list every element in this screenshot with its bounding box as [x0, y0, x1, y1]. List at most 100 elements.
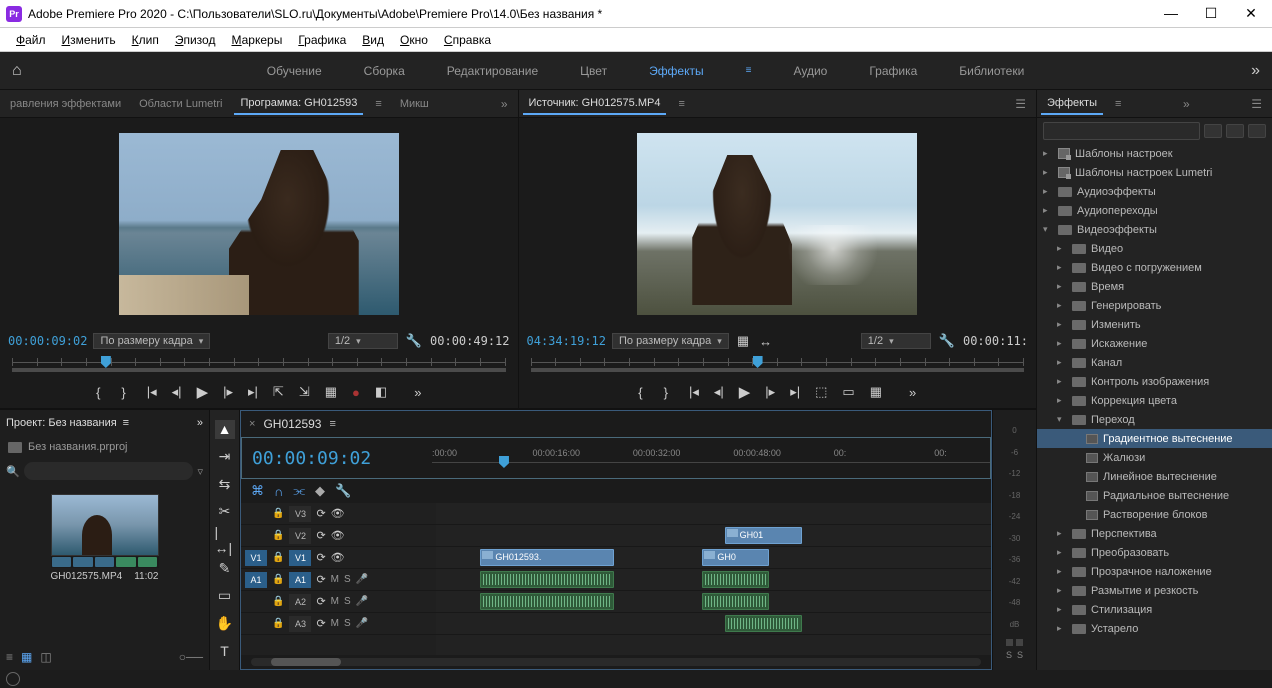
- record-icon[interactable]: ●: [352, 385, 360, 400]
- snap-icon[interactable]: ⌘: [251, 483, 264, 499]
- marker-icon[interactable]: ◆: [315, 483, 325, 499]
- ripple-edit-tool[interactable]: ⇆: [215, 475, 235, 494]
- disclosure-icon[interactable]: ▾: [1057, 414, 1067, 425]
- video-track-header[interactable]: V1🔒V1⟳👁: [241, 547, 436, 569]
- video-clip[interactable]: GH0: [702, 549, 769, 566]
- rectangle-tool[interactable]: ▭: [215, 587, 235, 606]
- workspace-Графика[interactable]: Графика: [869, 64, 917, 78]
- type-tool[interactable]: T: [215, 642, 235, 661]
- list-view-icon[interactable]: ≡: [6, 650, 13, 664]
- track-target[interactable]: A1: [289, 572, 311, 588]
- sync-lock-icon[interactable]: ⟳: [316, 507, 325, 520]
- effects-item[interactable]: ▸Контроль изображения: [1037, 372, 1272, 391]
- disclosure-icon[interactable]: ▸: [1043, 167, 1053, 178]
- visibility-icon[interactable]: 👁: [331, 551, 345, 564]
- menu-Окно[interactable]: Окно: [392, 31, 436, 49]
- linked-selection-icon[interactable]: ⫘: [293, 483, 305, 499]
- project-clip[interactable]: GH012575.MP411:02: [51, 494, 159, 582]
- minimize-button[interactable]: —: [1156, 5, 1186, 22]
- disclosure-icon[interactable]: ▸: [1043, 148, 1053, 159]
- effects-item[interactable]: ▸Генерировать: [1037, 296, 1272, 315]
- audio-track-header[interactable]: A1🔒A1⟳MS🎤: [241, 569, 436, 591]
- step-forward-icon[interactable]: |▸: [765, 384, 775, 400]
- program-res-dropdown[interactable]: 1/2: [328, 333, 398, 349]
- filter-icon[interactable]: ▿: [197, 465, 203, 478]
- monitor-tab[interactable]: Микш: [394, 94, 435, 114]
- effects-item[interactable]: Жалюзи: [1037, 448, 1272, 467]
- transport-overflow[interactable]: »: [414, 385, 421, 400]
- disclosure-icon[interactable]: ▸: [1057, 566, 1067, 577]
- program-fit-dropdown[interactable]: По размеру кадра: [93, 333, 210, 349]
- hand-tool[interactable]: ✋: [215, 614, 235, 633]
- comparison-icon[interactable]: ◧: [375, 384, 387, 400]
- track-lane[interactable]: GH01: [436, 525, 991, 547]
- home-icon[interactable]: ⌂: [12, 62, 40, 80]
- panel-options-icon[interactable]: ≡: [329, 418, 335, 430]
- workspace-Цвет[interactable]: Цвет: [580, 64, 607, 78]
- zoom-slider[interactable]: ○──: [179, 650, 203, 664]
- workspace-Библиотеки[interactable]: Библиотеки: [959, 64, 1024, 78]
- project-tab[interactable]: Проект: Без названия: [6, 417, 117, 429]
- workspace-Обучение[interactable]: Обучение: [267, 64, 322, 78]
- panel-menu-icon[interactable]: ☰: [1245, 93, 1268, 115]
- pen-tool[interactable]: ✎: [215, 559, 235, 578]
- step-forward-icon[interactable]: |▸: [223, 384, 233, 400]
- track-target[interactable]: A3: [289, 616, 311, 632]
- track-target[interactable]: A2: [289, 594, 311, 610]
- track-lane[interactable]: [436, 613, 991, 635]
- menu-Изменить[interactable]: Изменить: [54, 31, 124, 49]
- audio-track-header[interactable]: 🔒A2⟳MS🎤: [241, 591, 436, 613]
- effects-item[interactable]: ▸Аудиопереходы: [1037, 201, 1272, 220]
- disclosure-icon[interactable]: ▸: [1043, 186, 1053, 197]
- disclosure-icon[interactable]: ▸: [1057, 376, 1067, 387]
- source-tab[interactable]: Источник: GH012575.MP4: [523, 93, 667, 115]
- magnet-icon[interactable]: ∩: [274, 484, 283, 499]
- disclosure-icon[interactable]: ▸: [1057, 338, 1067, 349]
- close-tab-icon[interactable]: ×: [249, 418, 255, 430]
- visibility-icon[interactable]: 👁: [331, 529, 345, 542]
- voice-icon[interactable]: 🎤: [356, 574, 368, 585]
- audio-clip[interactable]: [725, 615, 803, 632]
- panel-overflow[interactable]: »: [197, 417, 203, 429]
- lock-icon[interactable]: 🔒: [272, 530, 284, 541]
- export-frame-icon[interactable]: ▦: [325, 384, 337, 400]
- effects-search-input[interactable]: [1043, 122, 1200, 140]
- mute-icon[interactable]: M: [331, 574, 339, 585]
- video-clip[interactable]: GH01: [725, 527, 803, 544]
- film-icon[interactable]: ▦: [735, 333, 751, 349]
- menu-Клип[interactable]: Клип: [124, 31, 167, 49]
- timeline-tc[interactable]: 00:00:09:02: [252, 448, 432, 469]
- workspace-Аудио[interactable]: Аудио: [793, 64, 827, 78]
- disclosure-icon[interactable]: ▸: [1057, 604, 1067, 615]
- effects-item[interactable]: ▸Устарело: [1037, 619, 1272, 638]
- disclosure-icon[interactable]: ▸: [1057, 547, 1067, 558]
- effects-item[interactable]: ▸Прозрачное наложение: [1037, 562, 1272, 581]
- disclosure-icon[interactable]: ▸: [1057, 395, 1067, 406]
- menu-Маркеры[interactable]: Маркеры: [223, 31, 290, 49]
- source-patch[interactable]: A1: [245, 572, 267, 588]
- effects-item[interactable]: ▸Канал: [1037, 353, 1272, 372]
- voice-icon[interactable]: 🎤: [356, 618, 368, 629]
- effects-item[interactable]: Градиентное вытеснение: [1037, 429, 1272, 448]
- track-lane[interactable]: [436, 503, 991, 525]
- disclosure-icon[interactable]: ▸: [1057, 319, 1067, 330]
- disclosure-icon[interactable]: ▸: [1057, 281, 1067, 292]
- mark-in-icon[interactable]: {: [638, 385, 642, 400]
- wrench-icon[interactable]: 🔧: [937, 333, 957, 349]
- source-video[interactable]: [637, 133, 917, 315]
- menu-Эпизод[interactable]: Эпизод: [167, 31, 224, 49]
- track-lane[interactable]: [436, 591, 991, 613]
- disclosure-icon[interactable]: ▸: [1057, 357, 1067, 368]
- sync-lock-icon[interactable]: ⟳: [316, 573, 325, 586]
- lock-icon[interactable]: 🔒: [272, 618, 284, 629]
- icon-view-icon[interactable]: ▦: [21, 650, 32, 664]
- disclosure-icon[interactable]: ▸: [1057, 243, 1067, 254]
- menu-Графика[interactable]: Графика: [290, 31, 354, 49]
- lock-icon[interactable]: 🔒: [272, 552, 284, 563]
- audio-track-header[interactable]: 🔒A3⟳MS🎤: [241, 613, 436, 635]
- effects-item[interactable]: ▸Размытие и резкость: [1037, 581, 1272, 600]
- mute-icon[interactable]: M: [331, 618, 339, 629]
- track-lane[interactable]: [436, 569, 991, 591]
- video-track-header[interactable]: 🔒V2⟳👁: [241, 525, 436, 547]
- effects-tab[interactable]: Эффекты: [1041, 93, 1103, 115]
